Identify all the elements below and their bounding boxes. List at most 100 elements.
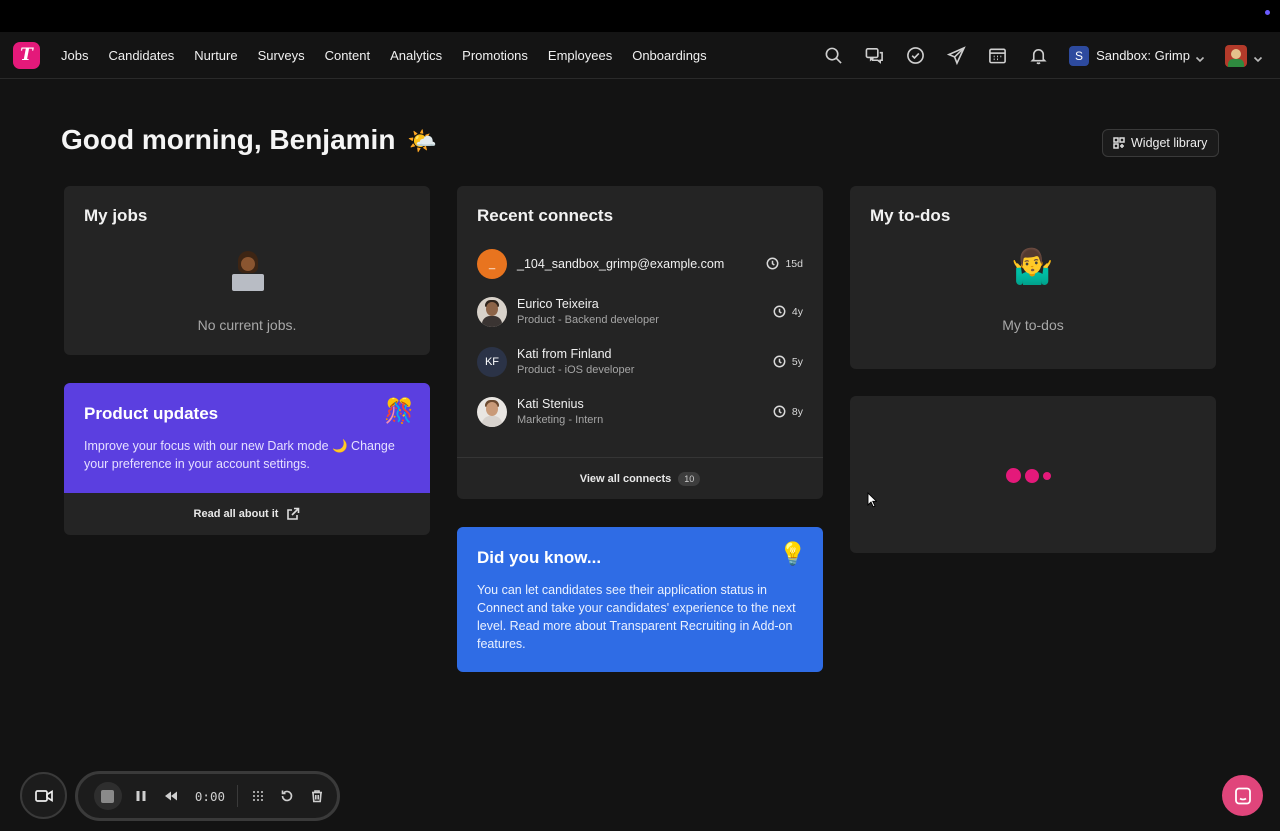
- connect-time: 8y: [773, 405, 803, 418]
- my-todos-title: My to-dos: [870, 206, 951, 225]
- bell-icon[interactable]: [1028, 46, 1048, 66]
- user-menu[interactable]: [1225, 44, 1263, 67]
- nav-item-promotions[interactable]: Promotions: [462, 48, 528, 63]
- nav-item-employees[interactable]: Employees: [548, 48, 612, 63]
- stop-icon: [101, 789, 115, 803]
- my-jobs-empty-text: No current jobs.: [197, 317, 297, 333]
- main-nav: Jobs Candidates Nurture Surveys Content …: [61, 48, 727, 63]
- nav-item-jobs[interactable]: Jobs: [61, 48, 88, 63]
- pause-icon: [136, 791, 146, 801]
- chevron-down-icon: [1195, 51, 1205, 62]
- avatar: _: [477, 249, 507, 279]
- chat-icon: [1234, 787, 1251, 804]
- nav-item-onboardings[interactable]: Onboardings: [632, 48, 706, 63]
- connect-time-label: 15d: [785, 257, 803, 270]
- widget-library-label: Widget library: [1131, 136, 1208, 150]
- connect-row[interactable]: _ _104_sandbox_grimp@example.com 15d: [477, 248, 803, 280]
- connect-role: Product - iOS developer: [517, 364, 635, 376]
- delete-recording-button[interactable]: [307, 786, 327, 806]
- trash-icon: [312, 790, 323, 803]
- connect-row[interactable]: Kati Stenius Marketing - Intern 8y: [477, 396, 803, 428]
- recent-connects-card: Recent connects _ _104_sandbox_grimp@exa…: [457, 186, 823, 499]
- connect-row[interactable]: Eurico Teixeira Product - Backend develo…: [477, 296, 803, 328]
- connect-time-label: 4y: [791, 305, 803, 318]
- video-camera-icon: [34, 789, 53, 802]
- person-laptop-icon: [231, 251, 265, 291]
- greeting-text: Good morning, Benjamin: [61, 124, 396, 155]
- loading-dots-icon: [1006, 468, 1055, 483]
- read-all-label: Read all about it: [193, 508, 279, 520]
- my-jobs-title: My jobs: [84, 206, 148, 225]
- product-updates-banner: Product updates 🎊 Improve your focus wit…: [64, 383, 430, 493]
- count-badge: 10: [678, 471, 701, 486]
- connect-name: _104_sandbox_grimp@example.com: [517, 257, 725, 271]
- grid-button[interactable]: [248, 786, 268, 806]
- recorder-toolbar: 0:00: [75, 771, 340, 821]
- pause-button[interactable]: [132, 786, 152, 806]
- rewind-button[interactable]: [161, 786, 181, 806]
- product-updates-title: Product updates: [84, 404, 219, 423]
- mouse-cursor-icon: [867, 492, 877, 508]
- connect-role: Marketing - Intern: [517, 414, 604, 426]
- person-shrugging-icon: 🤷‍♂️: [1011, 248, 1054, 286]
- lightbulb-icon: 💡: [779, 541, 807, 566]
- did-you-know-body: You can let candidates see their applica…: [477, 583, 796, 651]
- product-updates-body: Improve your focus with our new Dark mod…: [84, 439, 395, 471]
- dot-grid-icon: [252, 791, 263, 801]
- org-name: Sandbox: Grimp: [1096, 48, 1190, 63]
- external-link-icon: [287, 507, 300, 520]
- connect-time: 5y: [773, 355, 803, 368]
- recording-timer: 0:00: [194, 788, 225, 804]
- avatar: [477, 297, 507, 327]
- browser-top-strip: [0, 0, 1280, 32]
- restart-icon: [282, 790, 293, 802]
- check-circle-icon[interactable]: [905, 46, 925, 66]
- rewind-icon: [165, 791, 178, 801]
- clock-icon: [773, 405, 786, 418]
- avatar: [477, 397, 507, 427]
- avatar: [1225, 44, 1247, 67]
- restart-button[interactable]: [278, 786, 298, 806]
- confetti-icon: 🎊: [384, 398, 414, 425]
- org-badge: S: [1069, 45, 1090, 66]
- connect-time-label: 8y: [791, 405, 803, 418]
- app-logo[interactable]: T: [13, 41, 40, 69]
- sun-cloud-icon: 🌤️: [407, 128, 438, 155]
- support-chat-button[interactable]: [1222, 775, 1263, 816]
- connect-name: Kati from Finland: [517, 347, 612, 361]
- send-icon[interactable]: [946, 46, 966, 66]
- nav-item-candidates[interactable]: Candidates: [108, 48, 174, 63]
- nav-item-surveys[interactable]: Surveys: [258, 48, 305, 63]
- clock-icon: [773, 355, 786, 368]
- camera-toggle-button[interactable]: [20, 772, 67, 819]
- read-all-about-it-link[interactable]: Read all about it: [64, 493, 430, 535]
- nav-item-analytics[interactable]: Analytics: [390, 48, 442, 63]
- did-you-know-card: Did you know... 💡 You can let candidates…: [457, 527, 823, 672]
- did-you-know-title: Did you know...: [477, 548, 602, 567]
- connect-time: 4y: [773, 305, 803, 318]
- indicator-dot: [1265, 10, 1270, 15]
- calendar-icon[interactable]: [987, 46, 1007, 66]
- clock-icon: [767, 257, 779, 270]
- org-switcher[interactable]: S Sandbox: Grimp: [1069, 45, 1205, 66]
- connect-time-label: 5y: [791, 355, 803, 368]
- connect-row[interactable]: KF Kati from Finland Product - iOS devel…: [477, 346, 803, 378]
- stop-recording-button[interactable]: [94, 782, 122, 810]
- page-title: Good morning, Benjamin 🌤️: [61, 124, 437, 156]
- nav-actions: S Sandbox: Grimp: [823, 32, 1280, 79]
- product-updates-card: Product updates 🎊 Improve your focus wit…: [64, 383, 430, 535]
- top-navbar: T Jobs Candidates Nurture Surveys Conten…: [0, 32, 1280, 79]
- my-todos-empty-text: My to-dos: [1002, 317, 1064, 333]
- nav-item-content[interactable]: Content: [325, 48, 371, 63]
- widget-library-button[interactable]: Widget library: [1102, 129, 1219, 157]
- connect-role: Product - Backend developer: [517, 314, 659, 326]
- view-all-connects-button[interactable]: View all connects 10: [457, 458, 823, 499]
- chevron-down-icon: [1253, 51, 1263, 62]
- loading-widget-card: [850, 396, 1216, 553]
- view-all-label: View all connects: [579, 472, 672, 485]
- connect-name: Eurico Teixeira: [517, 297, 599, 311]
- messages-icon[interactable]: [864, 46, 884, 66]
- divider: [237, 785, 238, 807]
- nav-item-nurture[interactable]: Nurture: [194, 48, 237, 63]
- search-icon[interactable]: [823, 46, 843, 66]
